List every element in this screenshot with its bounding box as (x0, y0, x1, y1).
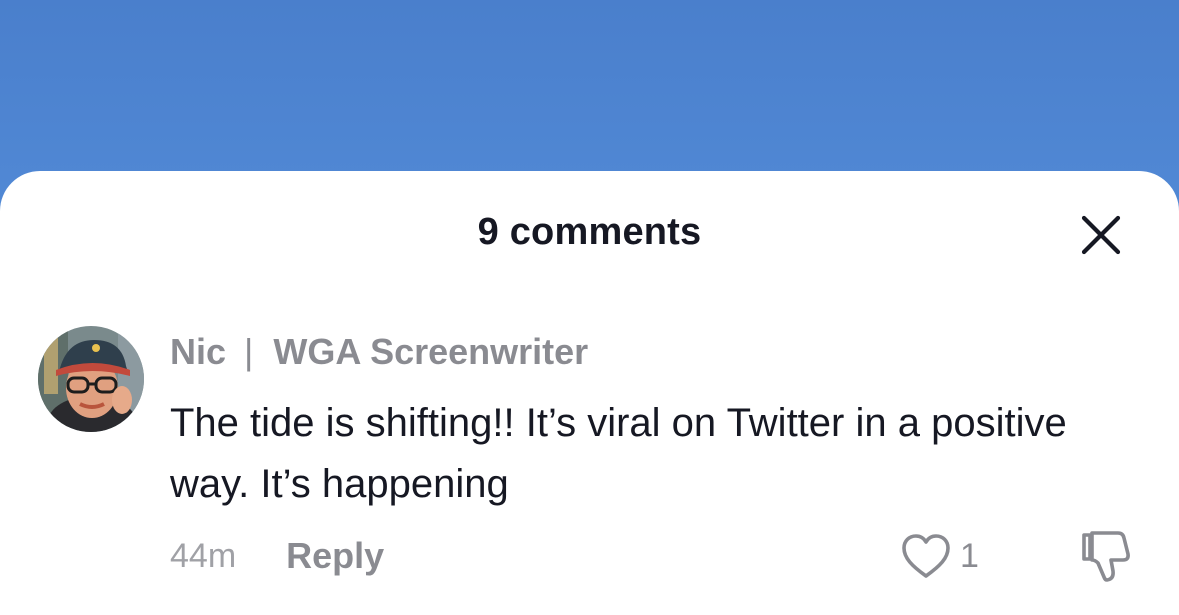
comment-text: The tide is shifting!! It’s viral on Twi… (170, 401, 1067, 506)
close-button[interactable] (1073, 207, 1129, 263)
heart-outline-icon (902, 534, 950, 578)
like-button[interactable]: 1 (900, 529, 979, 583)
comment-author[interactable]: Nic | WGA Screenwriter (170, 331, 588, 373)
like-count: 1 (960, 536, 979, 575)
close-icon (1081, 215, 1121, 255)
avatar[interactable] (38, 326, 144, 432)
comment-timestamp: 44m (170, 536, 237, 575)
avatar-image (38, 326, 144, 432)
thumbs-down-outline-icon (1082, 531, 1130, 582)
comments-header: 9 comments (0, 171, 1179, 296)
comment-meta: 44m Reply (170, 531, 384, 581)
dislike-button[interactable] (1078, 527, 1136, 585)
author-name: Nic (170, 331, 227, 372)
comments-count-title: 9 comments (477, 211, 702, 253)
comment-item: Nic | WGA Screenwriter The tide is shift… (0, 321, 1179, 601)
comments-sheet: 9 comments Nic | WGA Screenwriter The ti… (0, 171, 1179, 615)
author-separator: | (244, 331, 254, 372)
author-tagline: WGA Screenwriter (273, 331, 589, 372)
reply-button[interactable]: Reply (286, 535, 384, 577)
